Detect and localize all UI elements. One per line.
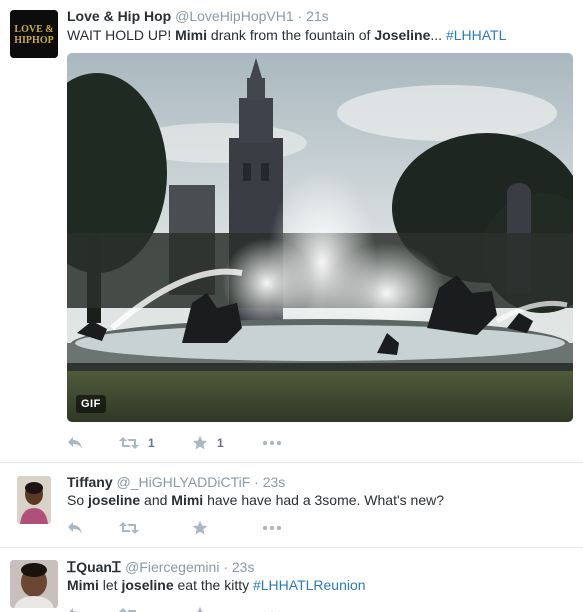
tweet-text-segment: WAIT HOLD UP!	[67, 27, 176, 43]
tweet-text-segment: So	[67, 492, 89, 508]
tiffany-avatar-image	[17, 476, 51, 524]
favorite-count: 1	[217, 436, 224, 450]
tweet-2[interactable]: Tiffany @_HiGHLYADDiCTiF · 23s So joseli…	[0, 463, 583, 548]
tweet-text-segment: drank from the fountain of	[207, 27, 375, 43]
highlighted-keyword: Mimi	[175, 27, 208, 43]
tweet-1[interactable]: LOVE & HIPHOP Love & Hip Hop @LoveHipHop…	[0, 0, 583, 463]
star-icon	[192, 606, 208, 612]
display-name[interactable]: ᏆQuanᏆ	[67, 559, 121, 575]
timestamp[interactable]: 21s	[306, 8, 329, 24]
favorite-button[interactable]	[192, 604, 208, 612]
fountain-gif-image	[67, 53, 573, 422]
reply-button[interactable]	[67, 604, 83, 612]
tweet-header: Tiffany @_HiGHLYADDiCTiF · 23s	[67, 473, 285, 491]
tweet-text-segment: let	[98, 577, 122, 593]
avatar[interactable]	[10, 560, 58, 608]
tweet-text-segment: have have had a 3some. What's new?	[203, 492, 445, 508]
more-icon	[262, 525, 282, 531]
highlighted-keyword: joseline	[121, 577, 174, 593]
retweet-button[interactable]: 1	[119, 433, 155, 453]
more-button[interactable]	[262, 518, 282, 538]
highlighted-keyword: Mimi	[171, 492, 204, 508]
highlighted-keyword: Mimi	[67, 577, 99, 593]
separator: ·	[297, 8, 303, 24]
tweet-text-segment: and	[140, 492, 172, 508]
retweet-icon	[119, 607, 139, 612]
favorite-button[interactable]: 1	[192, 433, 224, 453]
display-name[interactable]: Tiffany	[67, 474, 113, 490]
star-icon	[192, 435, 208, 451]
display-name[interactable]: Love & Hip Hop	[67, 8, 171, 24]
tweet-media[interactable]: GIF	[67, 53, 573, 422]
reply-icon	[67, 436, 83, 450]
tweet-text: Mimi let joseline eat the kitty #LHHATLR…	[67, 576, 366, 595]
tweet-text: So joseline and Mimi have have had a 3so…	[67, 491, 444, 510]
tweet-text: WAIT HOLD UP! Mimi drank from the founta…	[67, 26, 506, 45]
star-icon	[192, 520, 208, 536]
reply-button[interactable]	[67, 518, 83, 538]
retweet-button[interactable]	[119, 604, 139, 612]
timestamp[interactable]: 23s	[232, 559, 255, 575]
avatar[interactable]	[17, 476, 51, 524]
favorite-button[interactable]	[192, 518, 208, 538]
reply-icon	[67, 607, 83, 612]
love-hip-hop-logo: LOVE & HIPHOP	[10, 10, 58, 58]
separator: ·	[223, 559, 228, 575]
highlighted-keyword: joseline	[88, 492, 141, 508]
more-icon	[262, 440, 282, 446]
reply-button[interactable]	[67, 433, 83, 453]
highlighted-keyword: Joseline	[374, 27, 431, 43]
separator: ·	[254, 474, 259, 490]
retweet-icon	[119, 521, 139, 535]
username[interactable]: @Fiercegemini	[125, 559, 219, 575]
retweet-icon	[119, 436, 139, 450]
quan-avatar-image	[10, 560, 58, 608]
hashtag-link[interactable]: #LHHATLReunion	[253, 577, 366, 593]
timestamp[interactable]: 23s	[263, 474, 286, 490]
retweet-count: 1	[148, 436, 155, 450]
username[interactable]: @_HiGHLYADDiCTiF	[117, 474, 251, 490]
username[interactable]: @LoveHipHopVH1	[175, 8, 294, 24]
tweet-header: ᏆQuanᏆ @Fiercegemini · 23s	[67, 558, 254, 576]
svg-text:HIPHOP: HIPHOP	[14, 35, 53, 46]
more-button[interactable]	[262, 433, 282, 453]
retweet-button[interactable]	[119, 518, 139, 538]
svg-text:LOVE &: LOVE &	[14, 24, 53, 35]
more-button[interactable]	[262, 604, 282, 612]
reply-icon	[67, 521, 83, 535]
gif-badge: GIF	[76, 395, 106, 413]
tweet-3[interactable]: ᏆQuanᏆ @Fiercegemini · 23s Mimi let jose…	[0, 548, 583, 612]
tweet-text-segment: eat the kitty	[173, 577, 253, 593]
hashtag-link[interactable]: #LHHATL	[446, 27, 506, 43]
tweet-header: Love & Hip Hop @LoveHipHopVH1 · 21s	[67, 7, 329, 25]
avatar[interactable]: LOVE & HIPHOP	[10, 10, 58, 58]
tweet-text-segment: ...	[430, 27, 446, 43]
